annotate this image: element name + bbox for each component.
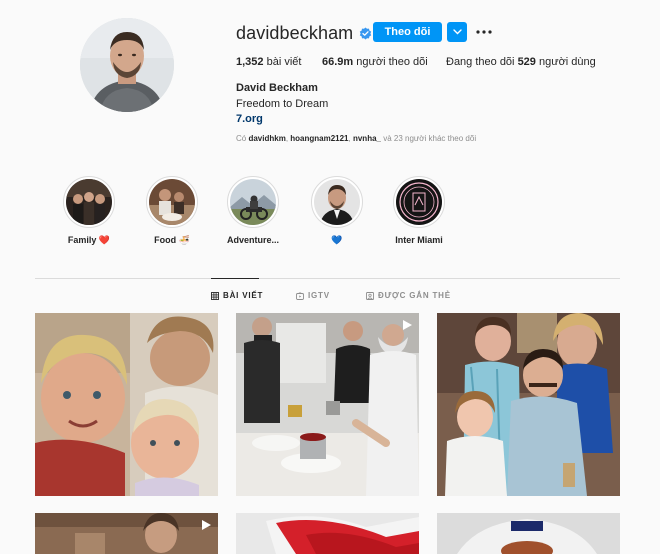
- following-prefix: Đang theo dõi: [446, 56, 515, 68]
- chevron-down-icon: [452, 29, 462, 35]
- highlight-label: Family ❤️: [67, 235, 111, 245]
- highlight-blue-heart[interactable]: 💙: [302, 176, 372, 246]
- active-tab-indicator: [211, 278, 259, 279]
- grid-icon: [211, 291, 219, 300]
- post-thumbnail[interactable]: [236, 313, 419, 496]
- followers-label: người theo dõi: [356, 56, 428, 68]
- followed-by-prefix: Có: [236, 134, 247, 143]
- followed-by-suffix: và 23 người khác theo dõi: [383, 134, 477, 143]
- verified-badge-icon: [359, 27, 372, 40]
- highlight-food[interactable]: Food 🍜: [137, 176, 207, 246]
- video-icon: [403, 320, 412, 330]
- tab-label: ĐƯỢC GẮN THẺ: [378, 291, 451, 300]
- post-thumbnail[interactable]: [437, 313, 620, 496]
- tab-label: BÀI VIẾT: [223, 291, 264, 300]
- username-row: davidbeckham: [236, 22, 372, 44]
- highlight-ring: [146, 176, 198, 228]
- tab-posts[interactable]: BÀI VIẾT: [211, 291, 263, 300]
- highlight-cover: [66, 179, 112, 225]
- highlight-label: Adventure...: [226, 235, 279, 245]
- followers-count: 66.9m: [322, 56, 354, 68]
- posts-label: bài viết: [266, 56, 302, 68]
- tab-tagged[interactable]: ĐƯỢC GẮN THẺ: [366, 291, 451, 300]
- highlight-cover: [314, 179, 360, 225]
- highlight-ring: [63, 176, 115, 228]
- igtv-icon: [296, 291, 304, 300]
- profile-avatar[interactable]: [80, 18, 174, 112]
- highlight-cover: [230, 179, 276, 225]
- posts-count-stat: 1,352 bài viết: [236, 56, 301, 68]
- post-thumbnail[interactable]: [35, 513, 218, 554]
- highlight-label: Food 🍜: [154, 235, 190, 245]
- profile-full-name: David Beckham: [236, 82, 318, 94]
- following-stat[interactable]: Đang theo dõi 529 người dùng: [446, 56, 596, 68]
- followers-stat[interactable]: 66.9m người theo dõi: [322, 56, 428, 68]
- tabs-divider: [35, 278, 620, 279]
- followed-by-user: davidhkm: [248, 134, 286, 143]
- more-options-icon: [476, 30, 492, 34]
- highlight-ring: [227, 176, 279, 228]
- video-icon: [202, 520, 211, 530]
- followed-by-user: nvnha_: [352, 134, 381, 143]
- tagged-icon: [366, 291, 374, 300]
- followed-by-user: hoangnam2121: [290, 134, 349, 143]
- more-options-button[interactable]: [476, 24, 492, 40]
- follow-button[interactable]: Theo dõi: [373, 22, 442, 42]
- profile-link[interactable]: 7.org: [236, 113, 263, 125]
- tab-igtv[interactable]: IGTV: [296, 291, 330, 300]
- highlight-cover: [149, 179, 195, 225]
- highlight-label: Inter Miami: [395, 235, 443, 245]
- following-suffix: người dùng: [538, 56, 596, 68]
- profile-bio: Freedom to Dream: [236, 98, 329, 110]
- post-thumbnail[interactable]: [35, 313, 218, 496]
- profile-username: davidbeckham: [236, 22, 354, 43]
- tab-label: IGTV: [308, 291, 330, 300]
- highlight-label: 💙: [331, 235, 343, 245]
- highlight-ring: [311, 176, 363, 228]
- post-thumbnail[interactable]: [236, 513, 419, 554]
- highlight-inter-miami[interactable]: Inter Miami: [384, 176, 454, 245]
- post-thumbnail[interactable]: [437, 513, 620, 554]
- highlight-adventure[interactable]: Adventure...: [218, 176, 288, 245]
- highlight-cover: [396, 179, 442, 225]
- posts-count: 1,352: [236, 56, 264, 68]
- highlight-ring: [393, 176, 445, 228]
- highlight-family[interactable]: Family ❤️: [54, 176, 124, 246]
- following-count: 529: [517, 56, 536, 68]
- suggestions-dropdown-button[interactable]: [447, 22, 467, 42]
- followed-by-text[interactable]: Có davidhkm, hoangnam2121, nvnha_ và 23 …: [236, 134, 476, 143]
